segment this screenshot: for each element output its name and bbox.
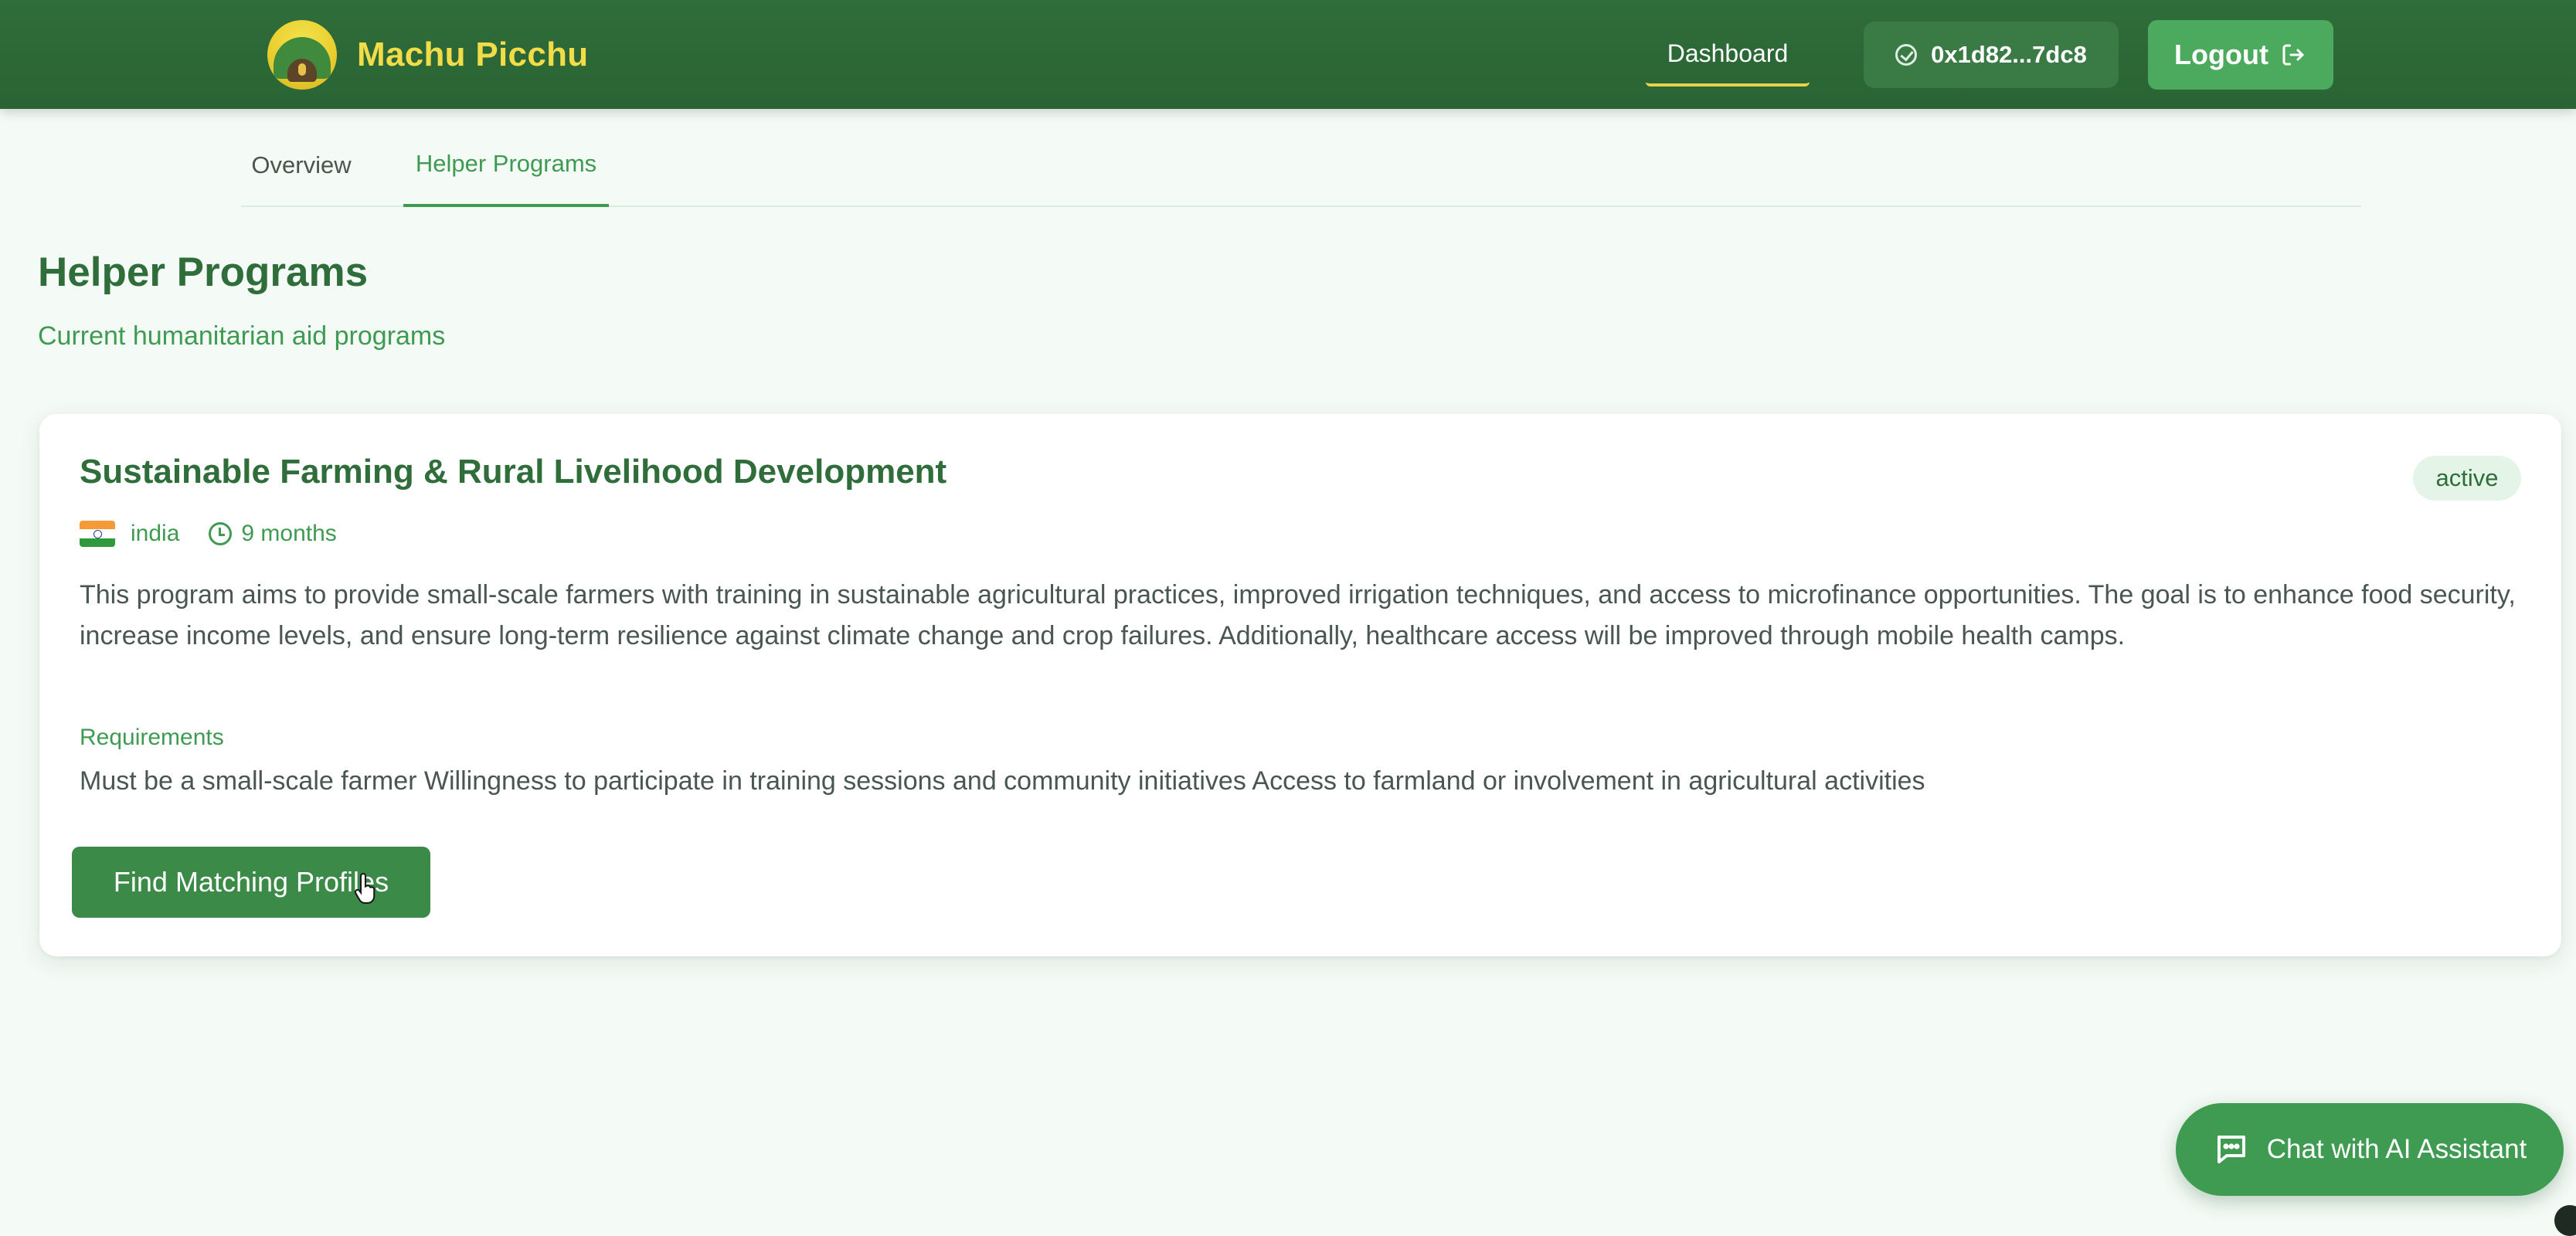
tab-helper-programs[interactable]: Helper Programs — [403, 124, 609, 207]
program-meta: india 9 months — [80, 514, 337, 553]
requirements-label: Requirements — [80, 725, 224, 750]
requirements-text: Must be a small-scale farmer Willingness… — [80, 766, 1925, 796]
wallet-address-badge[interactable]: 0x1d82...7dc8 — [1864, 22, 2119, 88]
clock-icon — [209, 522, 233, 545]
program-country: india — [131, 521, 180, 546]
chat-assistant-button[interactable]: Chat with AI Assistant — [2176, 1103, 2564, 1196]
logout-label: Logout — [2174, 39, 2268, 70]
chat-assistant-label: Chat with AI Assistant — [2266, 1134, 2527, 1164]
tab-bar: Overview Helper Programs — [241, 124, 2361, 207]
logout-icon — [2282, 44, 2304, 66]
tab-overview[interactable]: Overview — [241, 124, 362, 207]
wallet-address: 0x1d82...7dc8 — [1931, 41, 2087, 68]
brand-name: Machu Picchu — [357, 36, 589, 73]
corner-widget-icon[interactable] — [2554, 1205, 2576, 1236]
status-badge: active — [2413, 456, 2521, 501]
program-duration: 9 months — [241, 521, 337, 546]
nav-dashboard-link[interactable]: Dashboard — [1646, 23, 1810, 87]
program-card: Sustainable Farming & Rural Livelihood D… — [39, 414, 2561, 956]
chat-bubble-icon — [2217, 1136, 2245, 1163]
india-flag-icon — [80, 521, 115, 547]
page-subtitle: Current humanitarian aid programs — [38, 321, 446, 351]
brand[interactable]: Machu Picchu — [267, 20, 588, 90]
program-title: Sustainable Farming & Rural Livelihood D… — [80, 453, 947, 491]
program-description: This program aims to provide small-scale… — [80, 580, 2516, 650]
top-navigation-bar: Machu Picchu Dashboard 0x1d82...7dc8 Log… — [0, 0, 2576, 109]
page-title: Helper Programs — [38, 250, 369, 295]
mountain-logo-icon — [267, 20, 337, 90]
check-circle-icon — [1895, 44, 1918, 66]
logout-button[interactable]: Logout — [2148, 20, 2333, 90]
hand-cursor-icon — [354, 873, 376, 904]
